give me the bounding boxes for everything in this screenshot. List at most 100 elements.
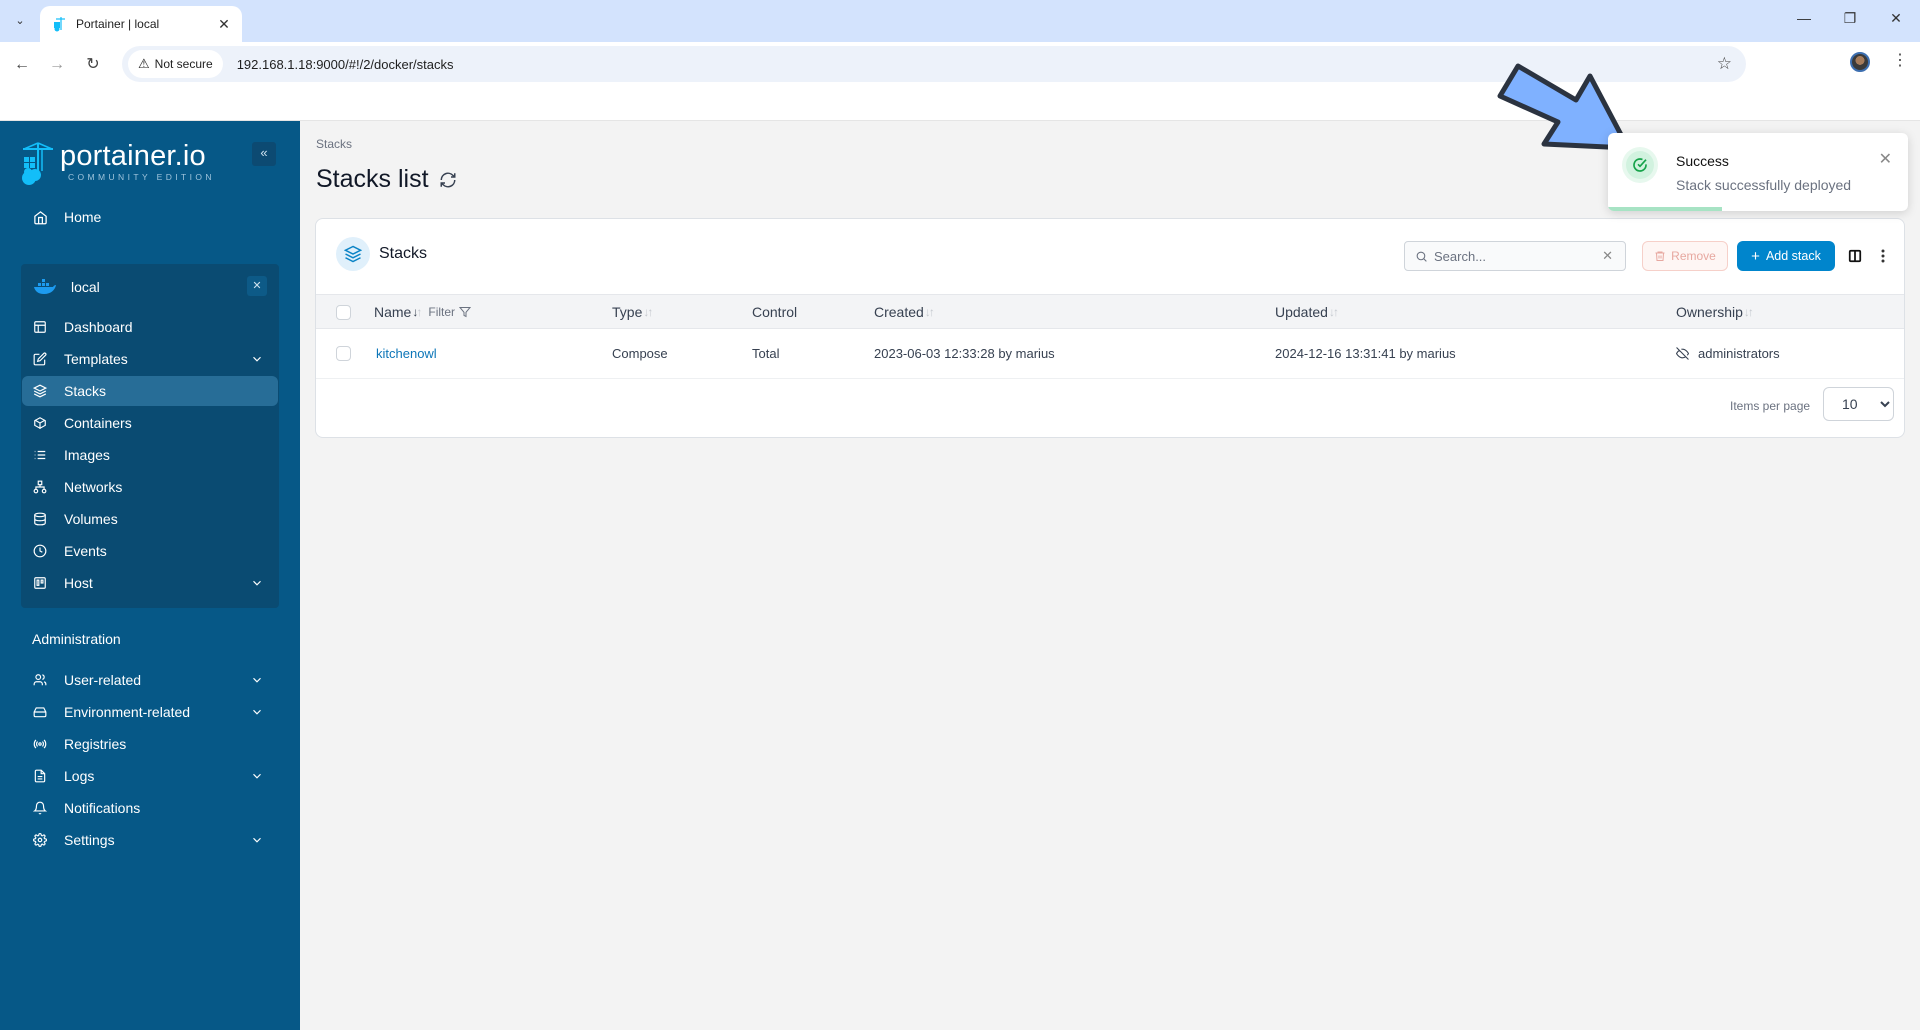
- card-title: Stacks: [379, 245, 428, 262]
- search-input[interactable]: [1434, 248, 1594, 264]
- profile-avatar[interactable]: [1850, 52, 1870, 72]
- restore-icon[interactable]: ❐: [1830, 10, 1870, 27]
- sidebar-item-settings[interactable]: Settings: [22, 825, 278, 855]
- select-all-checkbox[interactable]: [336, 305, 351, 320]
- forward-icon[interactable]: →: [46, 54, 68, 76]
- stack-ownership-cell: administrators: [1676, 346, 1780, 361]
- chevron-down-icon[interactable]: [250, 576, 264, 590]
- chevron-down-icon[interactable]: [250, 833, 264, 847]
- close-toast-icon[interactable]: ✕: [1879, 149, 1892, 169]
- sidebar-item-label: Dashboard: [64, 319, 133, 335]
- card-header: Stacks: [336, 237, 427, 271]
- sidebar-item-label: Home: [64, 209, 102, 225]
- success-toast: Success Stack successfully deployed ✕: [1608, 133, 1908, 211]
- search-icon: [1416, 251, 1427, 262]
- network-icon: [32, 479, 48, 495]
- list-icon: [32, 447, 48, 463]
- column-label: Ownership: [1676, 304, 1743, 320]
- column-header-type[interactable]: Type ↓↑: [612, 304, 653, 320]
- clear-search-icon[interactable]: ✕: [1602, 248, 1613, 264]
- column-label: Type: [612, 304, 643, 320]
- add-stack-label: Add stack: [1765, 249, 1821, 263]
- remove-button[interactable]: Remove: [1642, 241, 1728, 271]
- browser-tab[interactable]: Portainer | local ✕: [40, 6, 242, 42]
- sidebar-item-label: User-related: [64, 672, 142, 688]
- browser-menu-icon[interactable]: ⋮: [1892, 50, 1908, 70]
- column-header-updated[interactable]: Updated ↓↑: [1275, 304, 1339, 320]
- sidebar-item-label: Templates: [64, 351, 128, 367]
- stack-updated-cell: 2024-12-16 13:31:41 by marius: [1275, 346, 1456, 361]
- stack-name-link[interactable]: kitchenowl: [376, 346, 437, 361]
- close-tab-icon[interactable]: ✕: [214, 16, 234, 33]
- main-content: Stacks Stacks list Stacks ✕ Remove + Add…: [300, 121, 1920, 1030]
- sidebar-item-label: Containers: [64, 415, 132, 431]
- table-row: kitchenowl Compose Total 2023-06-03 12:3…: [316, 329, 1904, 379]
- minimize-icon[interactable]: —: [1784, 10, 1824, 26]
- url-text[interactable]: 192.168.1.18:9000/#!/2/docker/stacks: [237, 57, 454, 72]
- sort-icon: ↓↑: [412, 305, 422, 319]
- browser-tab-bar: ⌄ Portainer | local ✕ — ❐ ✕: [0, 0, 1920, 42]
- sidebar-item-environment-related[interactable]: Environment-related: [22, 697, 278, 727]
- stack-control-cell: Total: [752, 346, 780, 361]
- column-header-name[interactable]: Name ↓↑ Filter: [374, 304, 472, 320]
- close-window-icon[interactable]: ✕: [1876, 10, 1916, 27]
- sidebar-item-containers[interactable]: Containers: [22, 408, 278, 438]
- sidebar-item-templates[interactable]: Templates: [22, 344, 278, 374]
- bookmark-star-icon[interactable]: ☆: [1717, 54, 1732, 74]
- trash-icon: [1655, 251, 1665, 261]
- back-icon[interactable]: ←: [11, 54, 33, 76]
- sidebar-item-label: Registries: [64, 736, 127, 752]
- tab-search-button[interactable]: ⌄: [8, 8, 32, 32]
- sidebar-item-events[interactable]: Events: [22, 536, 278, 566]
- stack-created-cell: 2023-06-03 12:33:28 by marius: [874, 346, 1055, 361]
- sidebar-item-networks[interactable]: Networks: [22, 472, 278, 502]
- sidebar-item-label: Volumes: [64, 511, 118, 527]
- sidebar-item-images[interactable]: Images: [22, 440, 278, 470]
- sidebar-item-logs[interactable]: Logs: [22, 761, 278, 791]
- sidebar-item-registries[interactable]: Registries: [22, 729, 278, 759]
- radio-icon: [32, 736, 48, 752]
- home-icon: [32, 209, 48, 225]
- gear-icon: [32, 832, 48, 848]
- sidebar-item-volumes[interactable]: Volumes: [22, 504, 278, 534]
- more-options-icon[interactable]: [1880, 248, 1886, 264]
- chevron-down-icon[interactable]: [250, 769, 264, 783]
- sidebar-item-label: Notifications: [64, 800, 141, 816]
- sidebar-item-user-related[interactable]: User-related: [22, 665, 278, 695]
- administration-heading: Administration: [32, 631, 121, 647]
- file-text-icon: [32, 768, 48, 784]
- sidebar-item-notifications[interactable]: Notifications: [22, 793, 278, 823]
- layers-icon: [336, 237, 370, 271]
- edit-icon: [32, 351, 48, 367]
- page-title-text: Stacks list: [316, 165, 429, 193]
- column-header-created[interactable]: Created ↓↑: [874, 304, 935, 320]
- sidebar-item-dashboard[interactable]: Dashboard: [22, 312, 278, 342]
- column-label: Name: [374, 304, 412, 320]
- collapse-sidebar-button[interactable]: «: [252, 142, 276, 166]
- columns-icon[interactable]: [1848, 249, 1862, 263]
- stacks-table-card: Stacks ✕ Remove + Add stack Name ↓↑ Filt…: [315, 218, 1905, 438]
- close-environment-button[interactable]: ✕: [247, 276, 267, 296]
- table-header: Name ↓↑ Filter Type ↓↑ Control Created ↓…: [316, 294, 1904, 329]
- clock-icon: [32, 543, 48, 559]
- search-field[interactable]: ✕: [1404, 241, 1626, 271]
- filter-button[interactable]: Filter: [428, 305, 472, 319]
- portainer-logo[interactable]: portainer.io COMMUNITY EDITION: [20, 141, 215, 187]
- bell-icon: [32, 800, 48, 816]
- items-per-page-select[interactable]: 10: [1823, 387, 1894, 421]
- chevron-down-icon[interactable]: [250, 352, 264, 366]
- chevron-down-icon[interactable]: [250, 673, 264, 687]
- chevron-down-icon[interactable]: [250, 705, 264, 719]
- row-checkbox[interactable]: [336, 346, 351, 361]
- sidebar-item-home[interactable]: Home: [22, 202, 278, 232]
- sidebar-item-stacks[interactable]: Stacks: [22, 376, 278, 406]
- portainer-logo-icon: [22, 142, 53, 185]
- add-stack-button[interactable]: + Add stack: [1737, 241, 1835, 271]
- reload-icon[interactable]: ↻: [82, 54, 104, 76]
- column-header-ownership[interactable]: Ownership ↓↑: [1676, 304, 1754, 320]
- remove-label: Remove: [1671, 249, 1716, 263]
- sidebar-item-host[interactable]: Host: [22, 568, 278, 598]
- security-chip[interactable]: ⚠ Not secure: [128, 50, 223, 78]
- sidebar-item-label: Stacks: [64, 383, 107, 399]
- refresh-icon[interactable]: [439, 171, 457, 189]
